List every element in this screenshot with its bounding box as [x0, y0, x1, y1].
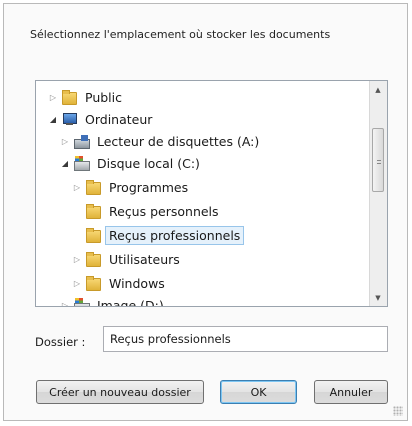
- folder-icon: [84, 275, 102, 291]
- tree-item-label: Ordinateur: [85, 111, 153, 127]
- scroll-up-arrow-icon[interactable]: ▲: [370, 81, 386, 98]
- folder-icon: [84, 179, 102, 195]
- floppy-drive-icon: [72, 133, 90, 149]
- tree-item-recus-professionnels[interactable]: Reçus professionnels: [72, 225, 245, 245]
- tree-item-label: Disque local (C:): [97, 155, 200, 171]
- scrollbar-thumb[interactable]: [372, 128, 384, 192]
- scroll-down-arrow-icon[interactable]: ▼: [370, 289, 386, 306]
- tree-item-label: Reçus professionnels: [104, 225, 245, 245]
- resize-grip-icon[interactable]: [393, 406, 403, 416]
- tree-item-utilisateurs[interactable]: ▷ Utilisateurs: [72, 249, 183, 269]
- folder-icon: [84, 251, 102, 267]
- tree-item-label: Programmes: [109, 179, 189, 195]
- cancel-button[interactable]: Annuler: [314, 380, 388, 404]
- folder-picker-dialog: Sélectionnez l'emplacement où stocker le…: [3, 3, 408, 421]
- tree-item-ordinateur[interactable]: ◢ Ordinateur: [48, 109, 155, 129]
- drive-icon: [72, 297, 90, 306]
- folder-name-input[interactable]: [103, 326, 388, 352]
- new-folder-button[interactable]: Créer un nouveau dossier: [36, 380, 204, 404]
- folder-icon: [60, 89, 78, 105]
- tree-item-label: Utilisateurs: [109, 251, 180, 267]
- tree-item-recus-personnels[interactable]: Reçus personnels: [72, 201, 222, 221]
- tree-item-label: Windows: [109, 275, 165, 291]
- grip-icon: [377, 160, 381, 164]
- tree-item-image-drive[interactable]: ▷ Image (D:): [60, 295, 167, 307]
- tree-item-public[interactable]: ▷ Public: [48, 87, 125, 107]
- expand-arrow-icon[interactable]: ▷: [60, 301, 70, 307]
- expand-arrow-icon[interactable]: ▷: [72, 183, 82, 192]
- folder-tree[interactable]: ▷ Public ◢ Ordinateur ▷ Lecteur de disqu…: [35, 80, 388, 307]
- tree-item-label: Lecteur de disquettes (A:): [97, 133, 260, 149]
- tree-item-floppy-drive[interactable]: ▷ Lecteur de disquettes (A:): [60, 131, 262, 151]
- folder-icon: [84, 227, 102, 243]
- tree-item-windows[interactable]: ▷ Windows: [72, 273, 168, 293]
- expand-arrow-icon[interactable]: ▷: [60, 137, 70, 146]
- vertical-scrollbar[interactable]: ▲ ▼: [369, 81, 387, 306]
- dialog-prompt: Sélectionnez l'emplacement où stocker le…: [30, 28, 331, 41]
- collapse-arrow-icon[interactable]: ◢: [60, 159, 70, 168]
- tree-item-local-disk[interactable]: ◢ Disque local (C:): [60, 153, 203, 173]
- tree-item-label: Public: [85, 89, 122, 105]
- folder-icon: [84, 203, 102, 219]
- folder-field-label: Dossier :: [35, 335, 86, 349]
- collapse-arrow-icon[interactable]: ◢: [48, 115, 58, 124]
- local-disk-icon: [72, 155, 90, 171]
- tree-item-label: Image (D:): [97, 297, 164, 307]
- tree-item-label: Reçus personnels: [109, 203, 219, 219]
- computer-icon: [60, 111, 78, 127]
- expand-arrow-icon[interactable]: ▷: [72, 279, 82, 288]
- tree-item-programmes[interactable]: ▷ Programmes: [72, 177, 191, 197]
- expand-arrow-icon[interactable]: ▷: [72, 255, 82, 264]
- ok-button[interactable]: OK: [220, 380, 297, 404]
- expand-arrow-icon[interactable]: ▷: [48, 93, 58, 102]
